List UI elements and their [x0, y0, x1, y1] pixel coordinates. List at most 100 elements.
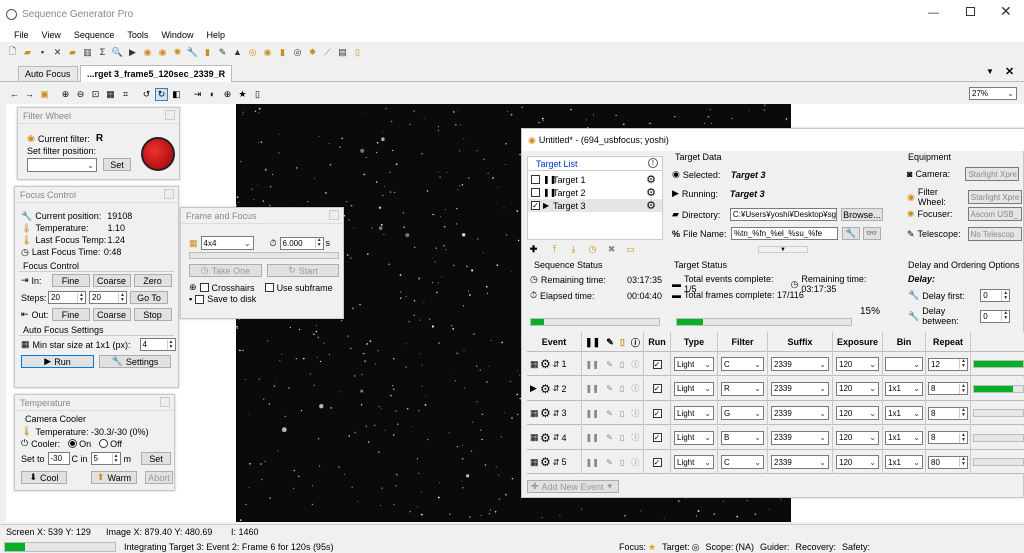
- filter-select[interactable]: B: [721, 430, 764, 445]
- set-temp-input[interactable]: -30: [47, 452, 70, 465]
- flat-icon[interactable]: ▮: [276, 46, 289, 59]
- repeat-input[interactable]: 80 ▲ ▼: [928, 455, 968, 469]
- gear-icon[interactable]: ⚙: [540, 455, 551, 469]
- filename-wrench-button[interactable]: 🔧: [842, 227, 861, 240]
- maximize-button[interactable]: [966, 7, 975, 16]
- bin-select[interactable]: 1x1: [885, 406, 923, 420]
- flashlight-icon[interactable]: ▮: [201, 46, 214, 59]
- coarse-steps-input[interactable]: 20 ▲ ▼: [89, 291, 127, 304]
- forward-icon[interactable]: →: [23, 88, 36, 101]
- star-icon[interactable]: ★: [236, 88, 249, 101]
- add-event-button[interactable]: ✚ Add New Event ▾: [527, 480, 619, 493]
- rotate-right-icon[interactable]: ↻: [155, 87, 168, 101]
- gear-icon[interactable]: ⚙: [540, 382, 551, 396]
- gear-icon[interactable]: ⚙: [540, 406, 551, 420]
- abort-cool-button[interactable]: Abort: [145, 471, 173, 484]
- run-checkbox[interactable]: ✓: [652, 384, 662, 393]
- out-coarse-button[interactable]: Coarse: [92, 308, 131, 321]
- repeat-input[interactable]: 8 ▲ ▼: [928, 382, 968, 395]
- menu-view[interactable]: View: [42, 30, 61, 40]
- suffix-select[interactable]: 2339: [771, 430, 829, 445]
- zoom-100-icon[interactable]: ▦: [104, 88, 117, 101]
- suffix-select[interactable]: 2339: [771, 357, 829, 371]
- zoom-in-icon[interactable]: ⊕: [59, 88, 72, 101]
- delay-first-input[interactable]: 0 ▲ ▼: [980, 289, 1011, 302]
- move-top-icon[interactable]: ⤒: [548, 243, 561, 256]
- filter-select[interactable]: C: [721, 455, 764, 469]
- notes-icon[interactable]: ▯: [620, 433, 624, 442]
- run-checkbox[interactable]: ✓: [652, 359, 662, 369]
- suffix-select[interactable]: 2339: [771, 455, 829, 469]
- search-icon[interactable]: 🔍: [111, 46, 124, 59]
- filter-select[interactable]: G: [721, 406, 764, 420]
- save-disk-checkbox[interactable]: [195, 294, 205, 304]
- in-coarse-button[interactable]: Coarse: [92, 274, 131, 287]
- graph-icon[interactable]: ⟋: [321, 46, 334, 59]
- add-target-icon[interactable]: ✚: [527, 243, 540, 256]
- warm-button[interactable]: ⬆ Warm: [91, 471, 137, 484]
- close-icon[interactable]: [164, 189, 174, 199]
- zoom-select[interactable]: 27%: [969, 87, 1017, 100]
- minutes-input[interactable]: 5 ▲ ▼: [90, 452, 121, 465]
- reorder-icon[interactable]: ⇵: [553, 433, 560, 442]
- filter-select[interactable]: C: [721, 357, 764, 371]
- telescope-icon[interactable]: ✎: [606, 384, 613, 393]
- target-checkbox[interactable]: [531, 188, 540, 197]
- notes-icon[interactable]: ▯: [251, 88, 264, 101]
- event-row[interactable]: ▶⚙⇵2 ❚❚ ✎ ▯ ⓘ ✓ Light R 2339 120 1x1 8▲▼: [527, 376, 1024, 401]
- minimize-button[interactable]: —: [928, 7, 939, 19]
- suffix-select[interactable]: 2339: [771, 381, 829, 396]
- wrench-icon[interactable]: 🔧: [186, 46, 199, 59]
- pause-icon[interactable]: ❚❚: [586, 458, 599, 467]
- set-filter-button[interactable]: Set: [103, 158, 131, 171]
- run-checkbox[interactable]: ✓: [652, 408, 662, 418]
- menu-tools[interactable]: Tools: [127, 30, 148, 40]
- crosshairs-checkbox[interactable]: [199, 283, 209, 292]
- telescope-icon[interactable]: ✎: [606, 409, 613, 418]
- shuffle-icon[interactable]: ✕: [51, 46, 64, 59]
- target-row[interactable]: ❚❚ Target 2 ⚙: [528, 186, 662, 199]
- start-loop-button[interactable]: ↻ Start: [267, 264, 339, 277]
- exposure-select[interactable]: 120: [836, 406, 879, 420]
- fit-icon[interactable]: ▣: [38, 88, 51, 101]
- out-fine-button[interactable]: Fine: [51, 308, 90, 321]
- flip-icon[interactable]: ◧: [170, 88, 183, 101]
- run-autofocus-button[interactable]: ▶ Run: [21, 355, 94, 368]
- exposure-select[interactable]: 120: [836, 455, 879, 469]
- target-row[interactable]: ❚❚ Target 1 ⚙: [528, 173, 662, 186]
- pause-icon[interactable]: ❚❚: [586, 360, 599, 369]
- histogram-icon[interactable]: ▥: [81, 46, 94, 59]
- bin-select[interactable]: 1x1: [885, 455, 923, 469]
- directory-input[interactable]: C:¥Users¥yoshi¥Desktop¥sg: [729, 208, 837, 221]
- rotate-left-icon[interactable]: ↺: [140, 88, 153, 101]
- zero-button[interactable]: Zero: [133, 274, 172, 287]
- rotator-icon[interactable]: ◉: [261, 46, 274, 59]
- pause-icon[interactable]: ❚❚: [586, 409, 599, 418]
- menu-file[interactable]: File: [14, 30, 29, 40]
- chart-icon[interactable]: ▤: [336, 46, 349, 59]
- info-icon[interactable]: ⓘ: [631, 359, 639, 370]
- target-icon[interactable]: ◎: [291, 46, 304, 59]
- exposure-input[interactable]: 6.000 ▲ ▼: [279, 236, 324, 250]
- zoom-out-icon[interactable]: ⊖: [74, 88, 87, 101]
- tab-close-icon[interactable]: ✕: [1005, 65, 1014, 78]
- stop-button[interactable]: Stop: [133, 308, 172, 321]
- folder-icon[interactable]: ▰: [66, 46, 79, 59]
- telescope-icon[interactable]: ✎: [606, 458, 613, 467]
- cool-button[interactable]: ⬇ Cool: [21, 471, 67, 484]
- menu-window[interactable]: Window: [161, 30, 193, 40]
- target-row[interactable]: ✓ ▶ Target 3 ⚙: [528, 199, 662, 212]
- crosshair-icon[interactable]: ⊕: [221, 88, 234, 101]
- reorder-icon[interactable]: ⇵: [553, 409, 560, 418]
- sum-icon[interactable]: Σ: [96, 46, 109, 59]
- bin-select[interactable]: [885, 357, 923, 371]
- event-row[interactable]: ▦⚙⇵1 ❚❚ ✎ ▯ ⓘ ✓ Light C 2339 120 12▲▼: [527, 352, 1024, 376]
- menu-help[interactable]: Help: [206, 30, 225, 40]
- telescope-icon[interactable]: ✎: [606, 433, 613, 442]
- min-star-input[interactable]: 4 ▲ ▼: [139, 338, 176, 351]
- reorder-icon[interactable]: ⇵: [553, 384, 560, 393]
- repeat-input[interactable]: 12 ▲ ▼: [928, 357, 968, 371]
- in-fine-button[interactable]: Fine: [51, 274, 90, 287]
- type-select[interactable]: Light: [674, 357, 714, 371]
- notes-icon[interactable]: ▯: [620, 360, 624, 369]
